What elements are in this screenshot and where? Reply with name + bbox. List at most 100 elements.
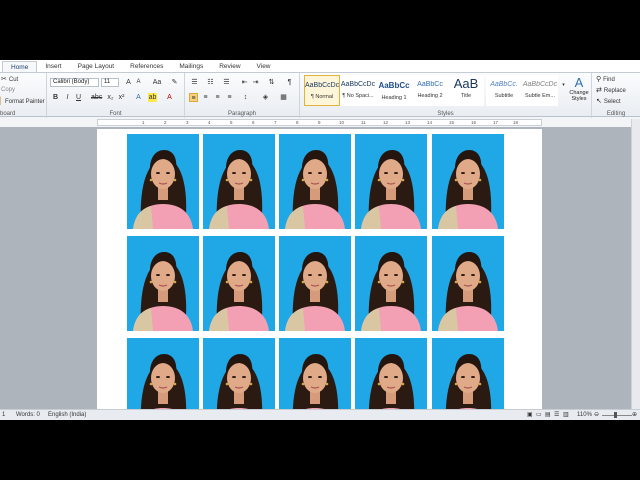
change-case-icon[interactable]: Aa <box>150 78 164 87</box>
style-heading-1[interactable]: AaBbCc Heading 1 <box>376 75 412 106</box>
style-name: Heading 1 <box>381 95 407 101</box>
ruler-number: 11 <box>361 120 366 125</box>
tab-page-layout[interactable]: Page Layout <box>70 61 123 72</box>
font-size-select[interactable]: 11 <box>101 78 119 87</box>
grow-font-icon[interactable]: A <box>124 78 133 87</box>
style-title[interactable]: AaB Title <box>448 75 484 106</box>
language-indicator[interactable]: English (India) <box>48 410 86 420</box>
passport-photo[interactable] <box>279 134 351 229</box>
style-name: Heading 2 <box>417 93 443 99</box>
borders-icon[interactable]: ▦ <box>279 93 288 102</box>
passport-photo[interactable] <box>279 236 351 331</box>
copy-button[interactable]: Copy <box>1 87 15 93</box>
zoom-in-icon[interactable]: ⊕ <box>632 410 637 420</box>
tab-view[interactable]: View <box>249 61 279 72</box>
numbering-icon[interactable]: ☷ <box>206 78 215 87</box>
style-heading-2[interactable]: AaBbCc Heading 2 <box>412 75 448 106</box>
style-sample: AaBbCcDc <box>340 81 376 88</box>
view-draft-icon[interactable]: ▥ <box>563 410 569 420</box>
replace-button[interactable]: ⇄ Replace <box>596 87 626 94</box>
view-web-layout-icon[interactable]: ▤ <box>545 410 551 420</box>
superscript-icon[interactable]: x² <box>117 93 126 102</box>
decrease-indent-icon[interactable]: ⇤ <box>240 78 249 87</box>
editing-group: ⚲ Find ⇄ Replace ↖ Select Editing <box>592 73 640 118</box>
italic-icon[interactable]: I <box>63 93 72 102</box>
view-outline-icon[interactable]: ☰ <box>554 410 559 420</box>
cut-button[interactable]: ✂ Cut <box>1 76 18 83</box>
paragraph-label: Paragraph <box>227 111 257 117</box>
view-full-screen-icon[interactable]: ▭ <box>536 410 542 420</box>
font-color-icon[interactable]: A <box>165 93 174 102</box>
tab-insert[interactable]: Insert <box>37 61 69 72</box>
zoom-slider-thumb[interactable] <box>614 412 617 418</box>
justify-icon[interactable]: ≡ <box>225 93 234 102</box>
ruler-number: 17 <box>493 120 499 125</box>
document-page[interactable] <box>97 129 542 409</box>
tab-home[interactable]: Home <box>2 61 38 72</box>
bullets-icon[interactable]: ☰ <box>190 78 199 87</box>
font-label: Font <box>109 111 122 117</box>
subscript-icon[interactable]: x₂ <box>106 93 115 102</box>
tab-references[interactable]: References <box>122 61 171 72</box>
font-name-select[interactable]: Calibri (Body) <box>50 78 99 87</box>
multilevel-list-icon[interactable]: ☰ <box>222 78 231 87</box>
change-styles-button[interactable]: A Change Styles <box>566 75 592 102</box>
ruler-number: 7 <box>274 120 277 125</box>
ruler-number: 6 <box>252 120 255 125</box>
horizontal-ruler[interactable]: 1 2 3 4 5 6 7 8 9 10 11 12 13 14 15 16 1… <box>97 119 542 126</box>
passport-photo[interactable] <box>355 338 427 409</box>
passport-photo[interactable] <box>127 338 199 409</box>
tab-mailings[interactable]: Mailings <box>171 61 211 72</box>
ruler-number: 13 <box>405 120 411 125</box>
passport-photo[interactable] <box>203 236 275 331</box>
change-styles-icon: A <box>574 75 584 90</box>
ruler-number: 10 <box>339 120 345 125</box>
change-styles-label: Change Styles <box>569 90 589 102</box>
vertical-scrollbar[interactable] <box>631 119 640 409</box>
find-label: Find <box>603 76 615 83</box>
style-subtitle[interactable]: AaBbCc. Subtitle <box>486 75 522 106</box>
passport-photo[interactable] <box>203 134 275 229</box>
shading-icon[interactable]: ◈ <box>261 93 270 102</box>
align-left-icon[interactable]: ≡ <box>189 93 198 102</box>
style-subtle-emphasis[interactable]: AaBbCcDc Subtle Em... <box>522 75 558 106</box>
style-no-spacing[interactable]: AaBbCcDc ¶ No Spaci... <box>340 75 376 106</box>
word-count[interactable]: Words: 0 <box>16 410 40 420</box>
passport-photo[interactable] <box>432 134 504 229</box>
shrink-font-icon[interactable]: A <box>134 78 143 87</box>
passport-photo[interactable] <box>279 338 351 409</box>
passport-photo[interactable] <box>432 338 504 409</box>
passport-photo[interactable] <box>127 236 199 331</box>
passport-photo[interactable] <box>355 236 427 331</box>
strikethrough-icon[interactable]: abc <box>91 93 102 102</box>
passport-photo[interactable] <box>127 134 199 229</box>
page-count[interactable]: 1 <box>2 410 5 420</box>
ruler-number: 15 <box>449 120 455 125</box>
pilcrow-icon[interactable]: ¶ <box>285 78 294 87</box>
passport-photo[interactable] <box>432 236 504 331</box>
find-button[interactable]: ⚲ Find <box>596 76 615 83</box>
sort-icon[interactable]: ⇅ <box>267 78 276 87</box>
zoom-level[interactable]: 110% <box>577 410 592 420</box>
line-spacing-icon[interactable]: ↕ <box>241 93 250 102</box>
passport-photo[interactable] <box>355 134 427 229</box>
highlight-icon[interactable]: ab <box>148 93 157 102</box>
zoom-out-icon[interactable]: ⊖ <box>594 410 599 420</box>
align-right-icon[interactable]: ≡ <box>213 93 222 102</box>
bold-icon[interactable]: B <box>51 93 60 102</box>
increase-indent-icon[interactable]: ⇥ <box>251 78 260 87</box>
text-effects-icon[interactable]: A <box>134 93 143 102</box>
style-normal[interactable]: AaBbCcDc ¶ Normal <box>304 75 340 106</box>
zoom-slider[interactable] <box>602 415 632 416</box>
passport-photo[interactable] <box>203 338 275 409</box>
format-painter-button[interactable]: ▌ Format Painter <box>0 98 45 105</box>
tab-review[interactable]: Review <box>211 61 248 72</box>
style-name: ¶ Normal <box>310 94 334 100</box>
underline-icon[interactable]: U <box>74 93 83 102</box>
view-print-layout-icon[interactable]: ▣ <box>527 410 533 420</box>
align-center-icon[interactable]: ≡ <box>201 93 210 102</box>
clipboard-label: board <box>0 111 16 117</box>
clear-formatting-icon[interactable]: ✎ <box>170 78 179 87</box>
document-area <box>0 127 640 409</box>
select-button[interactable]: ↖ Select <box>596 98 621 105</box>
